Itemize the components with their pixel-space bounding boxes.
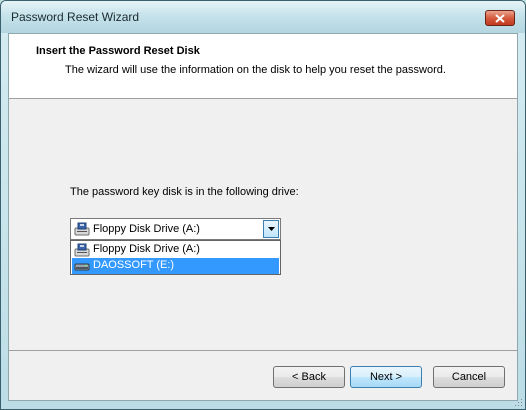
drive-dropdown-list: Floppy Disk Drive (A:) DAOSSOFT (E:) <box>70 240 281 275</box>
footer-divider <box>9 350 517 351</box>
floppy-drive-icon <box>74 243 90 257</box>
cancel-button[interactable]: Cancel <box>433 366 505 388</box>
drive-option-label: DAOSSOFT (E:) <box>93 259 175 271</box>
chevron-down-icon <box>267 227 275 231</box>
drive-select-value: Floppy Disk Drive (A:) <box>93 223 200 235</box>
page-title: Insert the Password Reset Disk <box>36 45 200 57</box>
drive-prompt-label: The password key disk is in the followin… <box>70 186 299 198</box>
window-title: Password Reset Wizard <box>11 10 140 24</box>
drive-option-floppy[interactable]: Floppy Disk Drive (A:) <box>72 242 279 258</box>
drive-option-label: Floppy Disk Drive (A:) <box>93 243 200 255</box>
drive-option-daossoft[interactable]: DAOSSOFT (E:) <box>72 258 279 274</box>
close-icon <box>495 13 505 23</box>
wizard-window: Password Reset Wizard Insert the Passwor… <box>0 0 526 410</box>
resize-grip-icon[interactable] <box>513 397 523 407</box>
back-button[interactable]: < Back <box>273 366 345 388</box>
page-subtitle: The wizard will use the information on t… <box>65 64 446 76</box>
title-bar[interactable]: Password Reset Wizard <box>1 1 525 33</box>
close-button[interactable] <box>485 10 515 26</box>
floppy-drive-icon <box>74 222 90 236</box>
wizard-client-area: Insert the Password Reset Disk The wizar… <box>8 33 518 401</box>
drive-select[interactable]: Floppy Disk Drive (A:) <box>70 218 281 240</box>
usb-drive-icon <box>74 263 90 271</box>
wizard-header: Insert the Password Reset Disk The wizar… <box>9 34 517 99</box>
next-button[interactable]: Next > <box>350 366 422 388</box>
dropdown-arrow-button[interactable] <box>263 220 279 238</box>
